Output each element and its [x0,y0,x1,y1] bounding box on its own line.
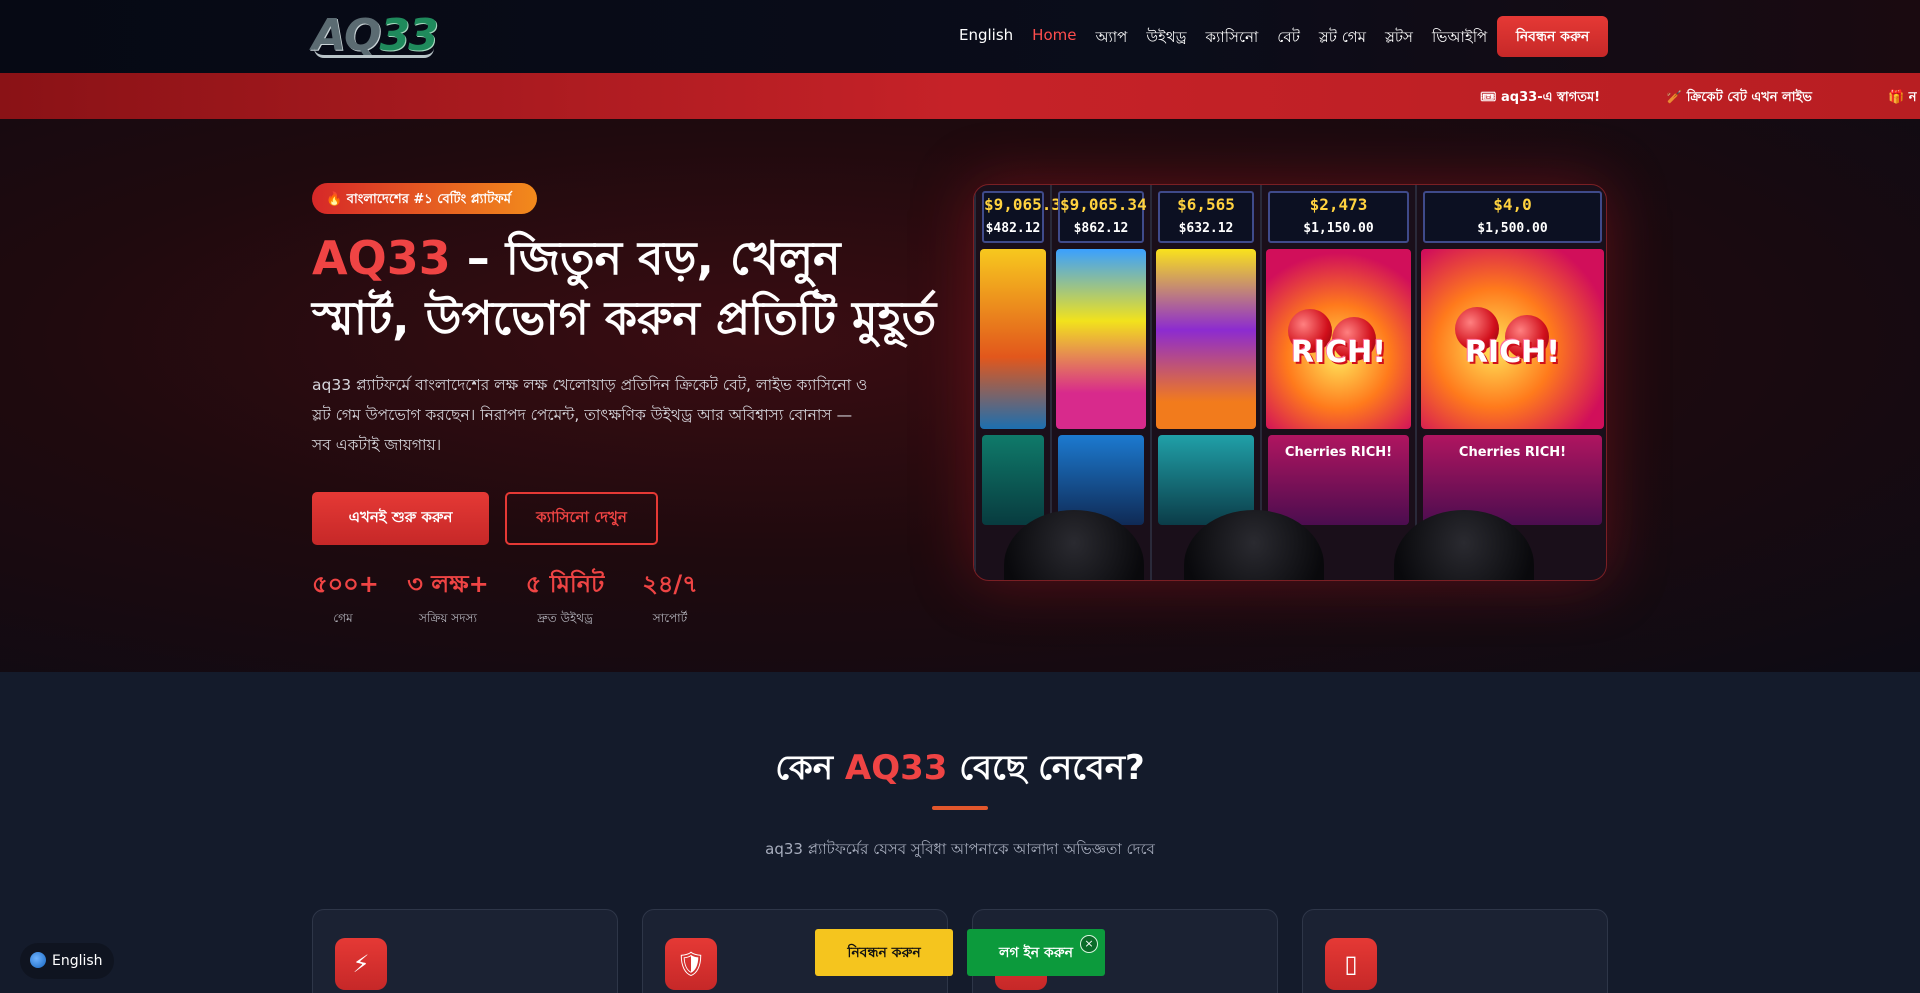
stat-value: ৫০০+ [312,570,379,598]
nav-vip[interactable]: ভিআইপি [1432,26,1487,51]
aq33-logo[interactable]: AQ33 [312,12,500,60]
shield-icon: 🛡 [665,938,717,990]
stat-support: ২৪/৭ সাপোর্ট [640,566,700,630]
nav-home[interactable]: Home [1032,26,1076,51]
why-title-post: বেছে নেবেন? [947,748,1145,788]
stat-label: সক্রিয় সদস্য [419,611,477,625]
nav-app[interactable]: অ্যাপ [1095,26,1127,51]
why-title-brand: AQ33 [844,748,948,788]
title-underline [932,806,988,810]
nav-slots[interactable]: স্লটস [1385,26,1413,51]
view-casino-button[interactable]: ক্যাসিনো দেখুন [505,492,658,545]
stat-label: দ্রুত উইথড্র [537,611,593,625]
lightning-icon: ⚡ [335,938,387,990]
nav-slot-games[interactable]: স্লট গেম [1319,26,1366,51]
stat-label: সাপোর্ট [652,611,688,625]
slot-screen: $9,065.34 $482.12 [982,191,1071,243]
logo-swoosh [314,48,434,58]
stat-withdraw: ৫ মিনিট দ্রুত উইথড্র [522,566,608,630]
why-title-pre: কেন [775,748,845,788]
stat-value: ২৪/৭ [642,570,698,598]
hero-section [0,119,1920,672]
nav-english[interactable]: English [959,26,1013,51]
feature-card[interactable]: ▯ [1302,909,1608,993]
slot-lower-panel [982,435,1044,525]
language-label: English [52,953,103,969]
slot-screen: $9,065.34 $862.12 [1058,191,1147,243]
slot-artwork [980,249,1046,429]
rich-sign: RICH! [1290,335,1387,370]
language-switcher[interactable]: English [20,943,114,979]
slot-artwork [1156,249,1256,429]
mobile-icon: ▯ [1325,938,1377,990]
header-register-button[interactable]: নিবন্ধন করুন [1497,16,1608,57]
globe-icon [30,952,46,968]
ticker-item: 🎁 ন [1888,90,1917,105]
start-now-button[interactable]: এখনই শুরু করুন [312,492,489,545]
slot-artwork [1056,249,1146,429]
stat-value: ৩ লক্ষ+ [407,570,489,598]
slot-screen: $6,565 $632.12 [1158,191,1254,243]
main-nav: English Home অ্যাপ উইথড্র ক্যাসিনো বেট স… [959,26,1506,51]
why-section-subtitle: aq33 প্ল্যাটফর্মের যেসব সুবিধা আপনাকে আল… [765,840,1155,858]
hero-description: aq33 প্ল্যাটফর্মে বাংলাদেশের লক্ষ লক্ষ খ… [312,376,868,454]
site-header: AQ33 English Home অ্যাপ উইথড্র ক্যাসিনো … [0,0,1920,73]
ticker-item: 🏏 ক্রিকেট বেট এখন লাইভ [1666,90,1812,105]
slot-screen: $2,473 $1,150.00 [1268,191,1409,243]
stat-members: ৩ লক্ষ+ সক্রিয় সদস্য [406,566,490,630]
nav-casino[interactable]: ক্যাসিনো [1206,26,1259,51]
hero-title: AQ33 – জিতুন বড়, খেলুন স্মার্ট, উপভোগ ক… [312,228,952,348]
slot-screen: $4,0 $1,500.00 [1423,191,1602,243]
hero-badge: 🔥 বাংলাদেশের #১ বেটিং প্ল্যাটফর্ম [312,183,537,214]
ticker-item: 🎟 aq33-এ স্বাগতম! [1480,90,1601,105]
stat-label: গেম [333,611,353,625]
close-icon[interactable]: × [1080,935,1098,953]
slot-lower-panel: Cherries RICH! [1268,435,1409,525]
hero-title-brand: AQ33 [312,231,451,285]
nav-bet[interactable]: বেট [1277,26,1300,51]
hero-slot-machines-image: $9,065.34 $482.12 $9,065.34 $862.12 $6,565… [973,184,1607,581]
floating-register-button[interactable]: নিবন্ধন করুন [815,929,953,976]
why-section-title: কেন AQ33 বেছে নেবেন? [0,742,1920,799]
rich-sign: RICH! [1464,335,1561,370]
nav-withdraw[interactable]: উইথড্র [1146,26,1186,51]
feature-card[interactable]: ⚡ [312,909,618,993]
stat-games: ৫০০+ গেম [312,566,379,630]
stat-value: ৫ মিনিট [525,570,605,598]
announcement-ticker: 🎟 aq33-এ স্বাগতম! 🏏 ক্রিকেট বেট এখন লাইভ… [0,73,1920,119]
